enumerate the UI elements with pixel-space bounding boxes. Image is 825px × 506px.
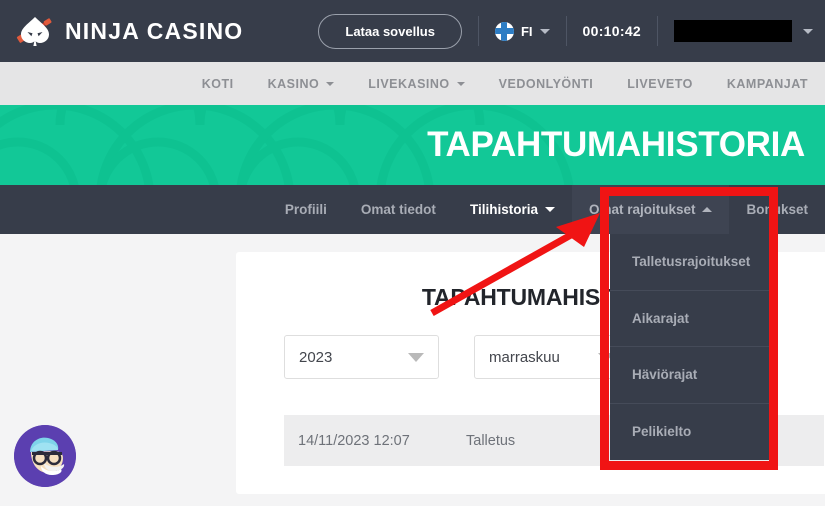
chat-support-avatar[interactable] bbox=[14, 425, 76, 487]
nav-item-koti[interactable]: KOTI bbox=[185, 77, 251, 91]
menu-item-talletusrajoitukset[interactable]: Talletusrajoitukset bbox=[610, 234, 773, 291]
year-select[interactable]: 2023 bbox=[284, 335, 439, 379]
chevron-down-icon bbox=[456, 81, 465, 86]
subnav-label: Bonukset bbox=[746, 202, 808, 217]
chevron-down-icon bbox=[326, 81, 335, 86]
subnav-item-omat-rajoitukset[interactable]: Omat rajoitukset bbox=[571, 185, 730, 234]
nav-item-livekasino[interactable]: LIVEKASINO bbox=[351, 77, 481, 91]
header-divider-2 bbox=[565, 16, 567, 46]
nav-item-liveveto[interactable]: LIVEVETO bbox=[610, 77, 710, 91]
header-divider-1 bbox=[477, 16, 479, 46]
header-divider-3 bbox=[657, 16, 658, 46]
ninja-spade-logo-icon bbox=[14, 11, 56, 51]
nav-label: KAMPANJAT bbox=[726, 76, 808, 91]
account-menu[interactable] bbox=[674, 20, 825, 42]
chevron-down-icon bbox=[539, 28, 550, 34]
account-name-redacted bbox=[674, 20, 792, 42]
chevron-down-icon bbox=[408, 352, 424, 362]
session-timer: 00:10:42 bbox=[582, 23, 641, 39]
language-selector[interactable]: FI bbox=[494, 21, 550, 41]
chevron-down-icon bbox=[803, 28, 813, 34]
support-agent-face-icon bbox=[14, 425, 76, 487]
brand-name: NINJA CASINO bbox=[65, 17, 244, 44]
nav-label: LIVEKASINO bbox=[368, 76, 450, 91]
omat-rajoitukset-dropdown-menu: Talletusrajoitukset Aikarajat Häviörajat… bbox=[610, 234, 773, 460]
nav-label: LIVEVETO bbox=[627, 76, 693, 91]
nav-label: KOTI bbox=[201, 76, 234, 91]
subnav-label: Profiili bbox=[284, 202, 327, 217]
subnav-label: Omat rajoitukset bbox=[588, 202, 696, 217]
chevron-up-icon bbox=[702, 207, 713, 212]
nav-item-kasino[interactable]: KASINO bbox=[251, 77, 352, 91]
account-sub-navigation: Profiili Omat tiedot Tilihistoria Omat r… bbox=[0, 185, 825, 234]
main-navigation: KOTI KASINO LIVEKASINO VEDONLYÖNTI LIVEV… bbox=[0, 62, 825, 105]
hero-banner: TAPAHTUMAHISTORIA bbox=[0, 105, 825, 185]
menu-item-pelikielto[interactable]: Pelikielto bbox=[610, 404, 773, 461]
menu-item-aikarajat[interactable]: Aikarajat bbox=[610, 291, 773, 347]
chevron-down-icon bbox=[544, 207, 555, 212]
filter-row: 2023 marraskuu bbox=[284, 335, 629, 379]
transaction-date: 14/11/2023 12:07 bbox=[298, 432, 410, 449]
brand-logo[interactable]: NINJA CASINO bbox=[0, 11, 243, 51]
top-header-bar: NINJA CASINO Lataa sovellus FI 00:10:42 bbox=[0, 0, 825, 62]
download-app-button[interactable]: Lataa sovellus bbox=[318, 13, 462, 49]
subnav-item-omat-tiedot[interactable]: Omat tiedot bbox=[344, 185, 453, 234]
subnav-item-bonukset[interactable]: Bonukset bbox=[729, 185, 825, 234]
month-select-value: marraskuu bbox=[489, 348, 560, 366]
finland-flag-icon bbox=[494, 21, 514, 41]
year-select-value: 2023 bbox=[299, 348, 333, 366]
month-select[interactable]: marraskuu bbox=[474, 335, 629, 379]
nav-label: VEDONLYÖNTI bbox=[498, 76, 594, 91]
transaction-type: Talletus bbox=[466, 432, 516, 449]
subnav-item-profiili[interactable]: Profiili bbox=[268, 185, 344, 234]
subnav-label: Tilihistoria bbox=[469, 202, 538, 217]
menu-item-haviorajat[interactable]: Häviörajat bbox=[610, 347, 773, 404]
page-title: TAPAHTUMAHISTORIA bbox=[427, 125, 805, 164]
subnav-item-tilihistoria[interactable]: Tilihistoria bbox=[453, 185, 572, 234]
subnav-label: Omat tiedot bbox=[360, 202, 436, 217]
page-root: NINJA CASINO Lataa sovellus FI 00:10:42 … bbox=[0, 0, 825, 506]
nav-item-vedonlyonti[interactable]: VEDONLYÖNTI bbox=[482, 77, 611, 91]
nav-item-kampanjat[interactable]: KAMPANJAT bbox=[710, 77, 825, 91]
nav-label: KASINO bbox=[267, 76, 320, 91]
language-label: FI bbox=[520, 23, 533, 39]
